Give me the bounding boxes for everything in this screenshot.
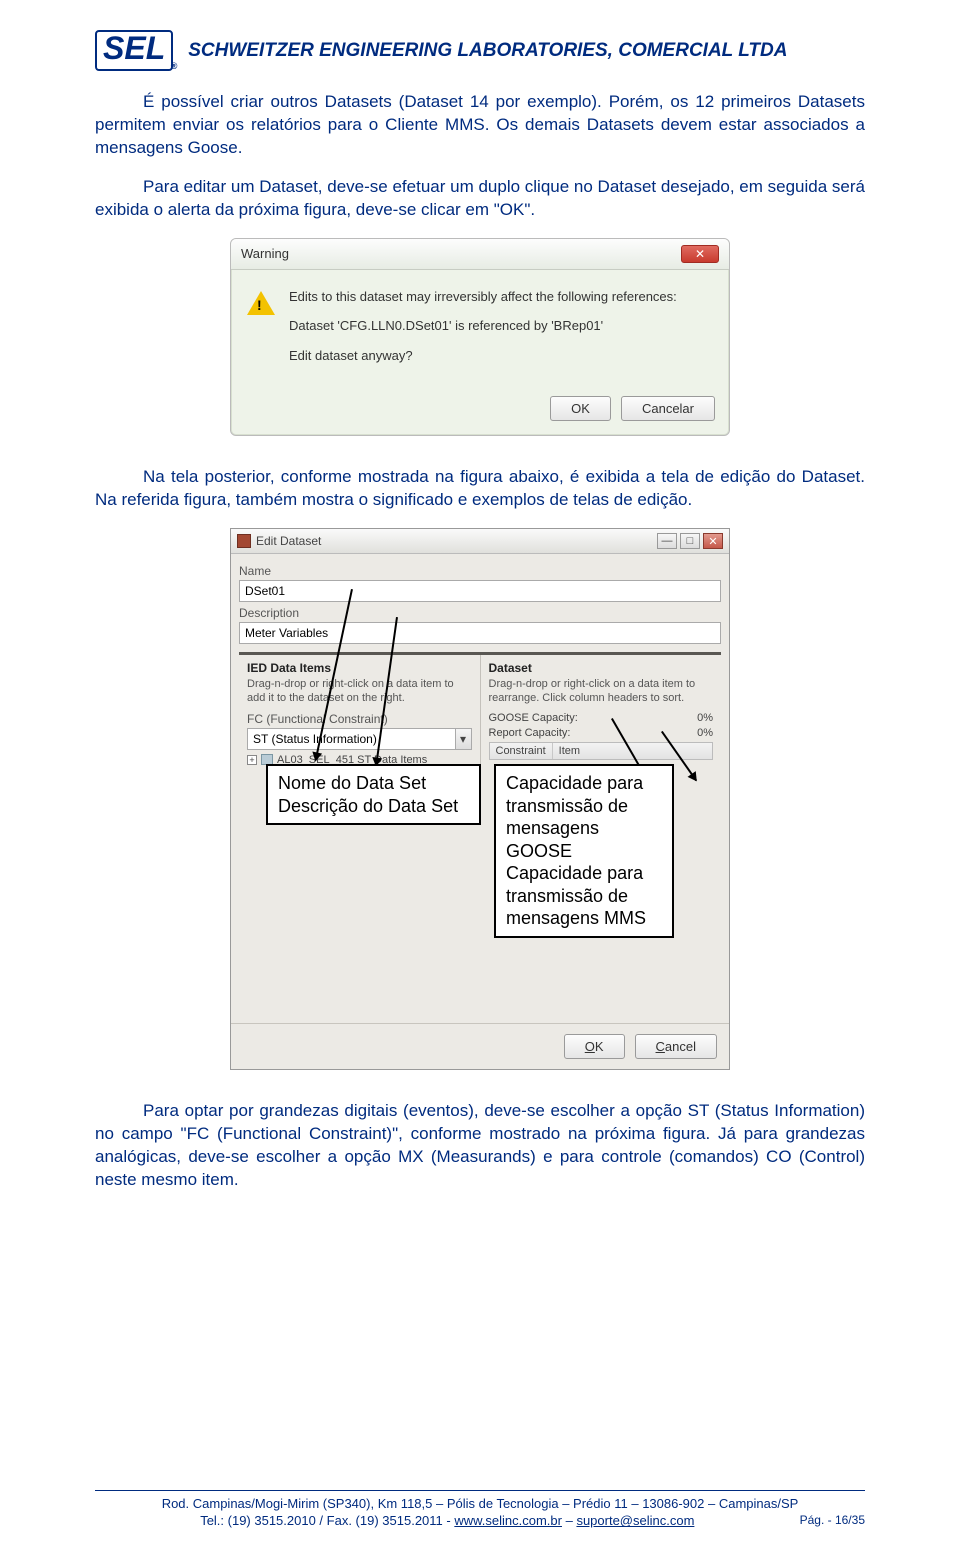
website-link[interactable]: www.selinc.com.br — [454, 1513, 562, 1528]
ok-button[interactable]: OK — [550, 396, 611, 421]
callout-name-description: Nome do Data SetDescrição do Data Set — [266, 764, 481, 825]
logo-text: SEL — [103, 30, 165, 66]
cancel-label: ancel — [665, 1039, 696, 1054]
app-icon — [237, 534, 251, 548]
ied-data-items-panel: IED Data Items Drag-n-drop or right-clic… — [239, 655, 481, 772]
callout-capacities: Capacidade para transmissão de mensagens… — [494, 764, 674, 938]
warning-dialog: Warning ✕ Edits to this dataset may irre… — [230, 238, 730, 437]
email-link[interactable]: suporte@selinc.com — [576, 1513, 694, 1528]
warning-title: Warning — [241, 246, 289, 261]
fc-label: FC (Functional Constraint) — [247, 712, 472, 726]
document-body: É possível criar outros Datasets (Datase… — [95, 91, 865, 1191]
ok-label: K — [595, 1039, 604, 1054]
description-label: Description — [239, 606, 721, 620]
page-footer: Rod. Campinas/Mogi-Mirim (SP340), Km 118… — [95, 1490, 865, 1530]
name-input[interactable] — [239, 580, 721, 602]
cancel-button[interactable]: Cancelar — [621, 396, 715, 421]
edit-dataset-window: Edit Dataset — □ ✕ Name Description IED … — [230, 528, 730, 1070]
edit-dataset-title: Edit Dataset — [256, 534, 321, 548]
goose-capacity-label: GOOSE Capacity: — [489, 712, 578, 724]
company-name: SCHWEITZER ENGINEERING LABORATORIES, COM… — [188, 40, 787, 62]
report-capacity-label: Report Capacity: — [489, 727, 571, 739]
page-header: SEL ® SCHWEITZER ENGINEERING LABORATORIE… — [95, 30, 865, 71]
paragraph-2: Para editar um Dataset, deve-se efetuar … — [95, 176, 865, 222]
cancel-button[interactable]: Cancel — [635, 1034, 717, 1059]
ied-panel-title: IED Data Items — [247, 661, 472, 675]
goose-capacity-value: 0% — [697, 712, 713, 724]
ok-button[interactable]: OK — [564, 1034, 625, 1059]
close-button[interactable]: ✕ — [681, 245, 719, 263]
paragraph-4: Para optar por grandezas digitais (event… — [95, 1100, 865, 1192]
registered-icon: ® — [171, 62, 178, 71]
footer-line-1: Rod. Campinas/Mogi-Mirim (SP340), Km 118… — [95, 1495, 865, 1513]
warning-icon — [247, 291, 275, 315]
warning-line-2: Dataset 'CFG.LLN0.DSet01' is referenced … — [289, 317, 677, 335]
paragraph-3: Na tela posterior, conforme mostrada na … — [95, 466, 865, 512]
expand-icon[interactable]: + — [247, 755, 257, 765]
report-capacity-value: 0% — [697, 727, 713, 739]
col-constraint[interactable]: Constraint — [490, 743, 553, 759]
dataset-panel: Dataset Drag-n-drop or right-click on a … — [481, 655, 722, 772]
close-icon: ✕ — [695, 247, 705, 261]
fc-select[interactable] — [247, 728, 456, 750]
name-label: Name — [239, 564, 721, 578]
page-number: Pág. - 16/35 — [800, 1512, 865, 1528]
footer-line-2: Tel.: (19) 3515.2010 / Fax. (19) 3515.20… — [95, 1512, 865, 1530]
edit-dataset-titlebar: Edit Dataset — □ ✕ — [231, 529, 729, 554]
warning-body-text: Edits to this dataset may irreversibly a… — [289, 288, 677, 377]
dataset-panel-desc: Drag-n-drop or right-click on a data ite… — [489, 678, 714, 706]
maximize-button[interactable]: □ — [680, 533, 700, 549]
dataset-panel-title: Dataset — [489, 661, 714, 675]
ied-panel-desc: Drag-n-drop or right-click on a data ite… — [247, 678, 472, 706]
chevron-down-icon[interactable]: ▾ — [456, 728, 472, 750]
warning-titlebar: Warning ✕ — [231, 239, 729, 270]
paragraph-1: É possível criar outros Datasets (Datase… — [95, 91, 865, 160]
minimize-button[interactable]: — — [657, 533, 677, 549]
description-input[interactable] — [239, 622, 721, 644]
logo: SEL ® — [95, 30, 173, 71]
close-window-button[interactable]: ✕ — [703, 533, 723, 549]
warning-line-1: Edits to this dataset may irreversibly a… — [289, 288, 677, 306]
warning-line-3: Edit dataset anyway? — [289, 347, 677, 365]
